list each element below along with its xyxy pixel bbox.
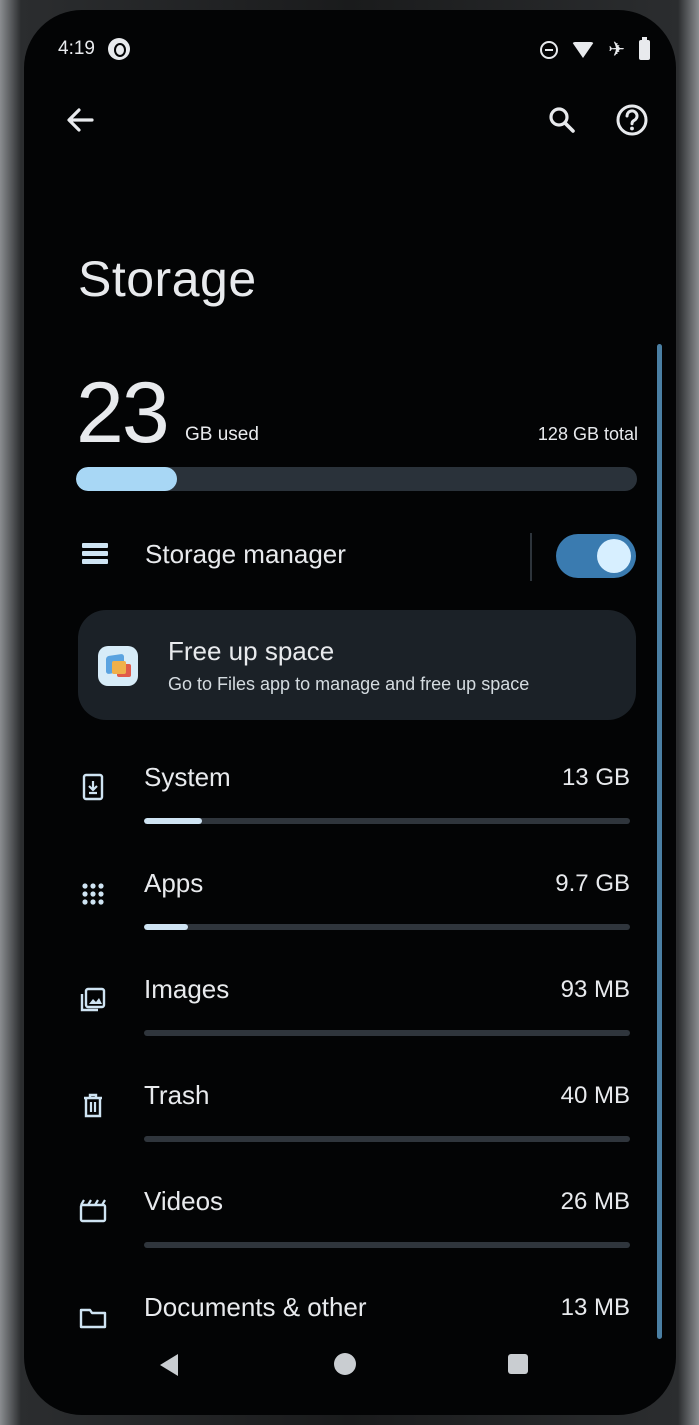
free-up-space-card[interactable]: Free up space Go to Files app to manage … <box>78 610 636 720</box>
total-storage-bar <box>76 467 637 491</box>
divider <box>530 533 532 581</box>
system-download-icon <box>82 773 104 801</box>
category-bar-fill <box>144 818 203 824</box>
storage-manager-toggle[interactable] <box>556 534 636 578</box>
category-value: 9.7 GB <box>555 870 630 897</box>
search-icon <box>549 107 575 133</box>
category-label: Videos <box>144 1186 224 1216</box>
scrollbar[interactable] <box>657 344 662 1339</box>
arrow-left-icon <box>67 108 94 132</box>
total-storage-bar-fill <box>76 467 177 491</box>
category-label: Documents & other <box>144 1292 367 1322</box>
videos-icon <box>79 1199 107 1223</box>
images-icon <box>80 987 106 1012</box>
category-bar <box>144 924 630 930</box>
help-button[interactable] <box>610 98 654 142</box>
trash-icon <box>84 1093 102 1118</box>
category-apps[interactable]: Apps 9.7 GB <box>64 858 644 954</box>
category-images[interactable]: Images 93 MB <box>64 964 644 1060</box>
category-value: 93 MB <box>560 976 630 1003</box>
battery-icon <box>639 37 650 60</box>
folder-icon <box>79 1308 107 1329</box>
nav-back-icon[interactable] <box>160 1354 178 1376</box>
apps-grid-icon <box>82 883 104 905</box>
wifi-icon <box>572 42 595 58</box>
category-system[interactable]: System 13 GB <box>64 752 644 848</box>
category-bar <box>144 1136 630 1142</box>
category-value: 26 MB <box>560 1188 630 1215</box>
media-badge-icon <box>108 38 130 60</box>
category-value: 40 MB <box>560 1082 630 1109</box>
total-storage-label: 128 GB total <box>537 424 638 444</box>
airplane-icon: ✈ <box>608 39 625 61</box>
storage-manager-label: Storage manager <box>145 539 346 569</box>
help-circle-icon <box>616 104 648 136</box>
status-time: 4:19 <box>58 38 95 59</box>
back-button[interactable] <box>58 98 102 142</box>
free-up-space-subtitle: Go to Files app to manage and free up sp… <box>168 674 530 694</box>
category-label: Images <box>144 974 230 1004</box>
category-label: Trash <box>144 1080 210 1110</box>
category-bar <box>144 818 630 824</box>
navigation-bar <box>24 1340 676 1400</box>
nav-home-icon[interactable] <box>334 1353 356 1375</box>
do-not-disturb-icon <box>540 41 559 59</box>
page-title: Storage <box>78 251 257 307</box>
storage-manager-icon <box>82 543 108 565</box>
category-bar <box>144 1242 630 1248</box>
used-storage-number: 23 <box>76 365 170 461</box>
free-up-space-title: Free up space <box>168 636 335 666</box>
category-trash[interactable]: Trash 40 MB <box>64 1070 644 1166</box>
nav-recents-icon[interactable] <box>508 1354 528 1374</box>
category-value: 13 GB <box>561 764 630 791</box>
status-icons: ✈ <box>540 37 650 61</box>
used-storage-unit: GB used <box>185 424 259 445</box>
category-bar-fill <box>144 924 188 930</box>
toggle-knob <box>597 539 631 573</box>
screen: 4:19 ✈ Storage 23 GB used 128 GB total S… <box>24 10 676 1415</box>
category-value: 13 MB <box>560 1294 630 1321</box>
search-button[interactable] <box>540 98 584 142</box>
category-bar <box>144 1030 630 1036</box>
category-label: System <box>144 762 231 792</box>
category-label: Apps <box>144 868 204 898</box>
storage-manager-row[interactable]: Storage manager <box>64 525 644 589</box>
category-videos[interactable]: Videos 26 MB <box>64 1176 644 1272</box>
files-app-icon <box>98 646 138 686</box>
